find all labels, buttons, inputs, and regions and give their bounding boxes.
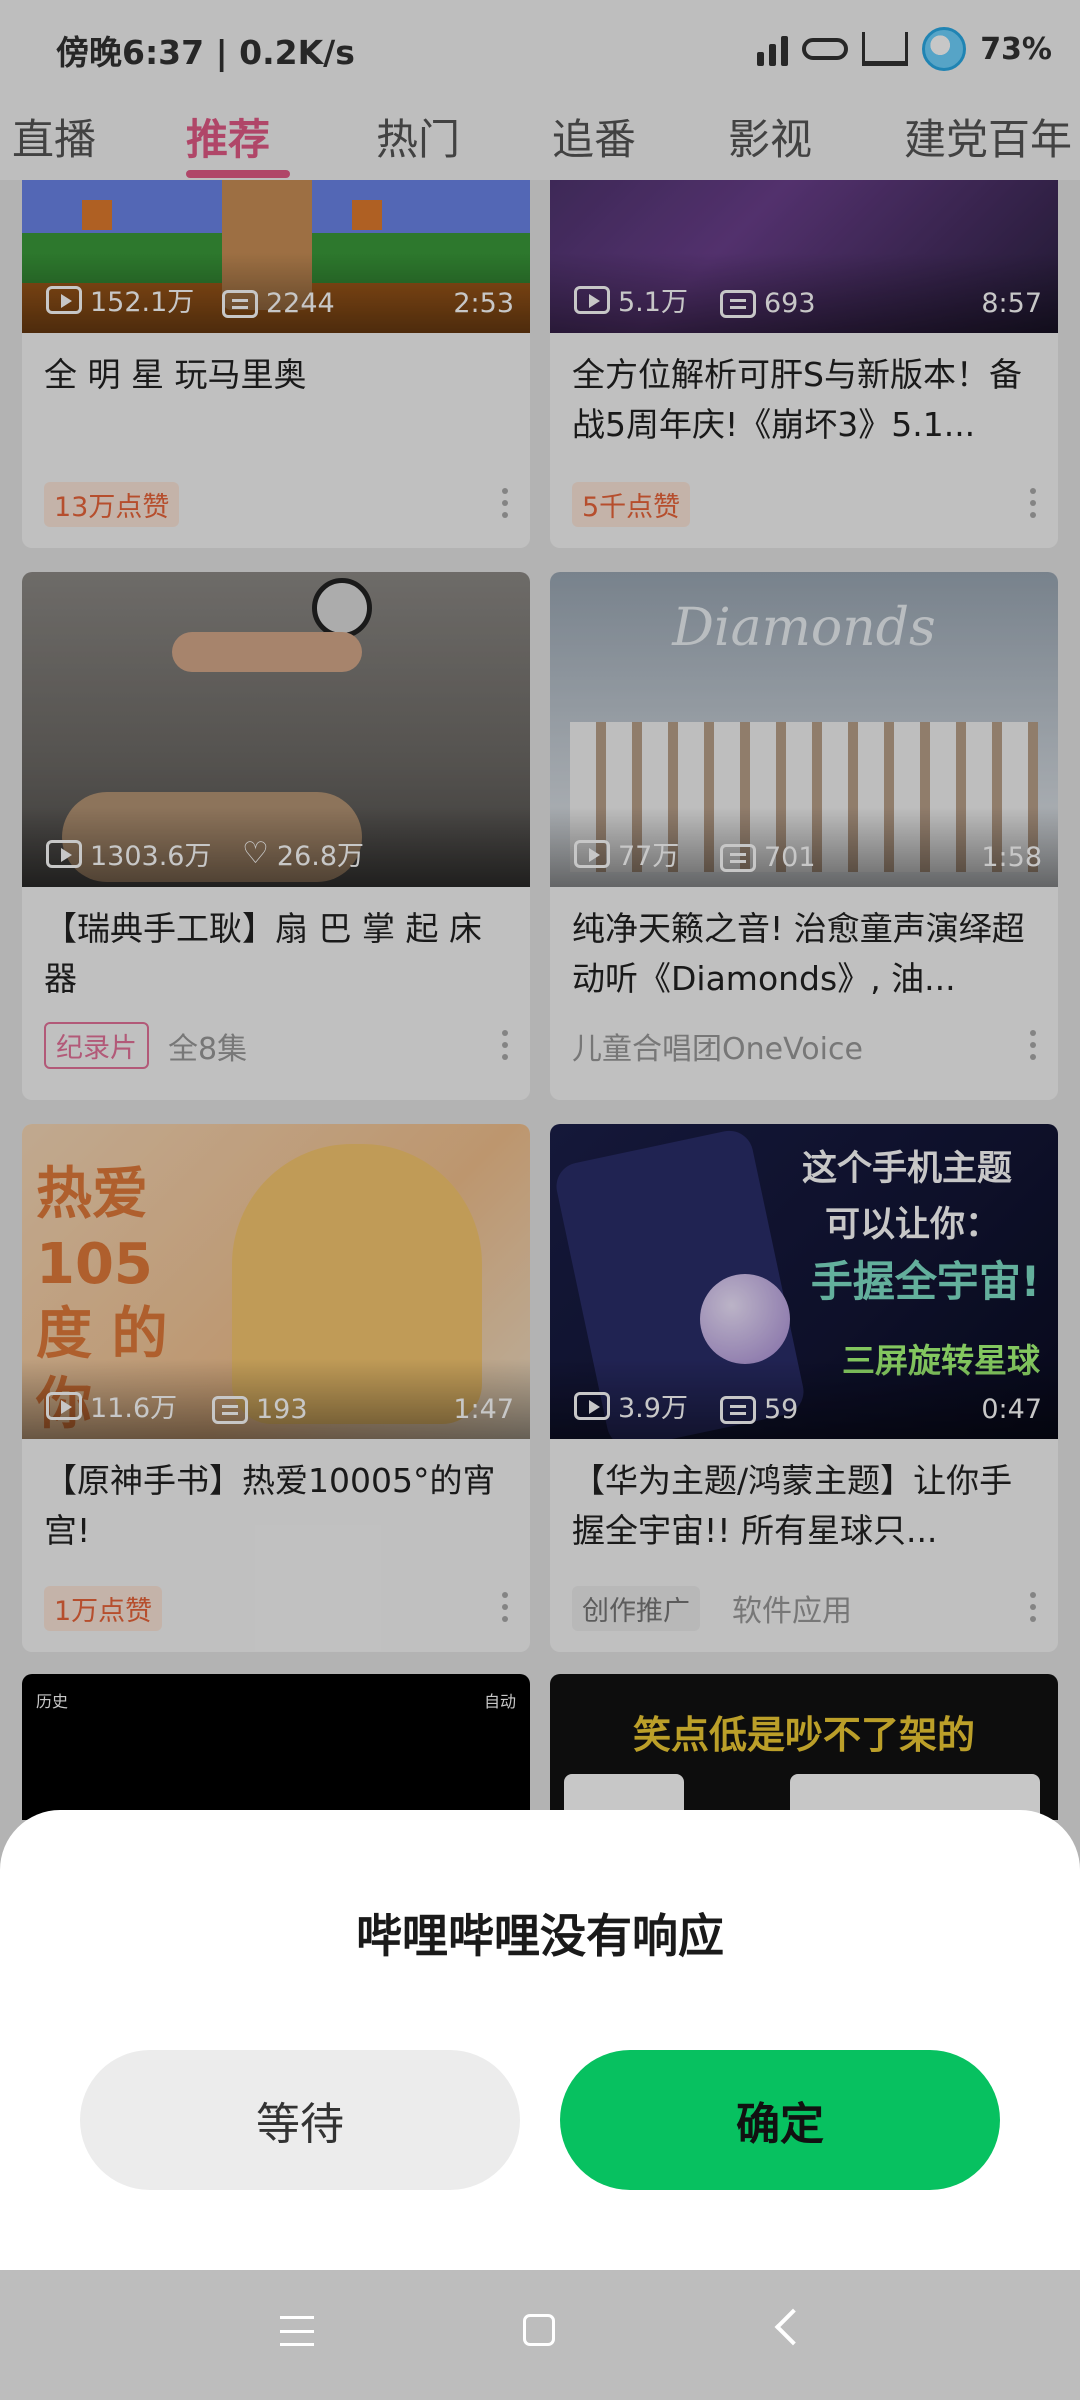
dialog-title: 哔哩哔哩没有响应	[356, 1909, 724, 1963]
app-not-responding-dialog: 哔哩哔哩没有响应 等待 确定	[0, 1810, 1080, 2270]
home-icon[interactable]	[523, 2314, 555, 2346]
system-nav-bar	[0, 2270, 1080, 2400]
wait-button[interactable]: 等待	[80, 2050, 520, 2190]
menu-icon[interactable]	[280, 2316, 314, 2346]
confirm-button[interactable]: 确定	[560, 2050, 1000, 2190]
back-icon[interactable]	[774, 2308, 812, 2346]
